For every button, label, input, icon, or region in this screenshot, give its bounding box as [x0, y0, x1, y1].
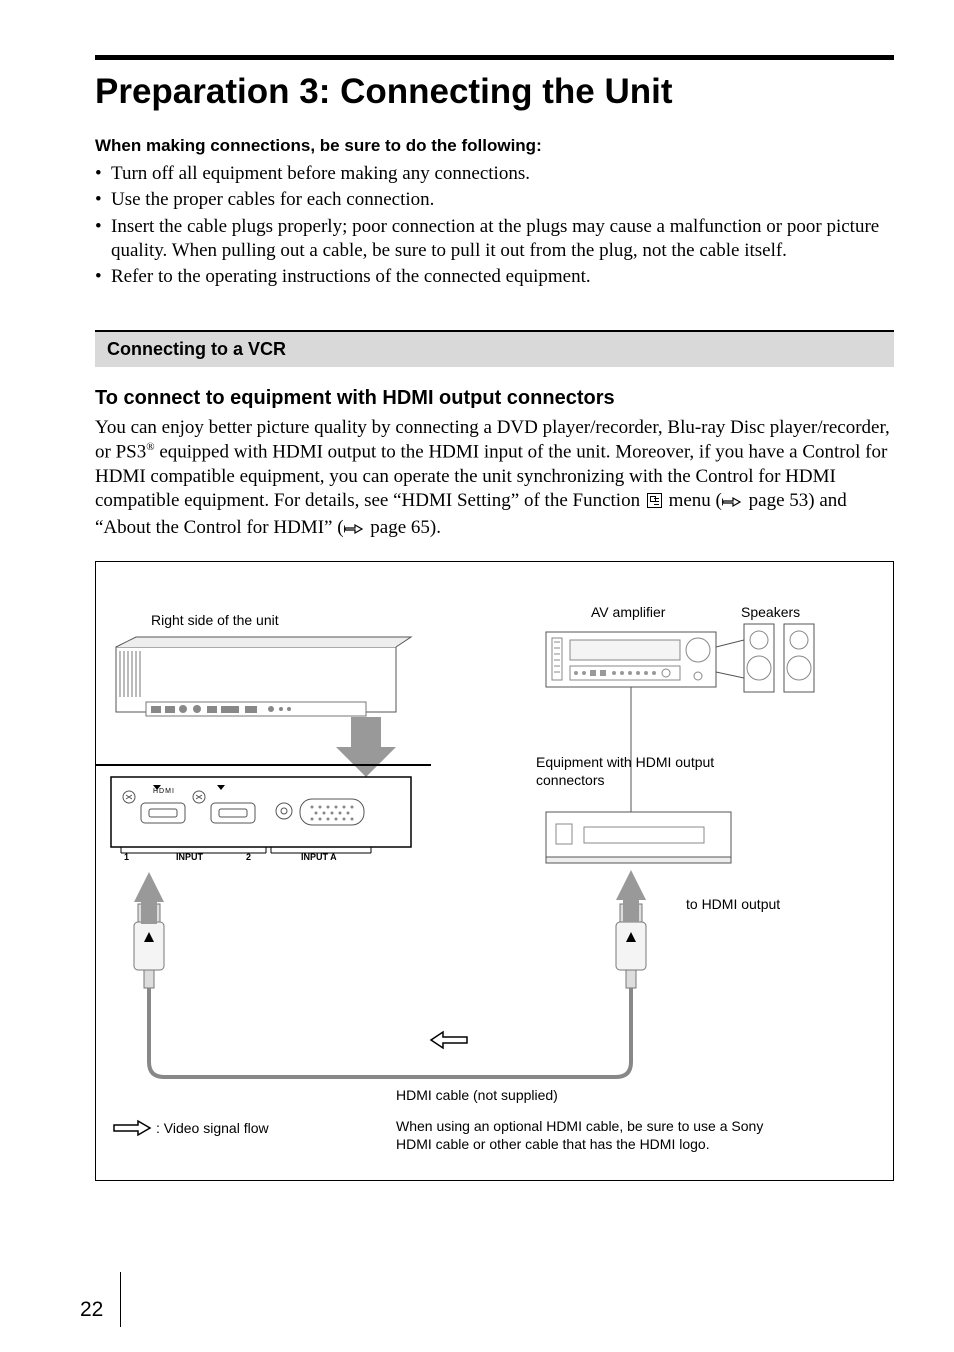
registered-mark: ®: [146, 441, 154, 453]
page-title: Preparation 3: Connecting the Unit: [95, 72, 894, 112]
list-item: Use the proper cables for each connectio…: [95, 188, 894, 212]
list-item: Turn off all equipment before making any…: [95, 162, 894, 186]
section-bar-vcr: Connecting to a VCR: [95, 330, 894, 367]
hand-pointer-icon: [344, 519, 364, 543]
list-item: Refer to the operating instructions of t…: [95, 265, 894, 289]
svg-text:HDMI: HDMI: [153, 788, 175, 795]
label-input-2: 2: [246, 852, 251, 863]
label-to-hdmi: to HDMI output: [686, 896, 780, 914]
page-number: 22: [80, 1298, 103, 1322]
label-av-amplifier: AV amplifier: [591, 604, 665, 622]
body-text: menu (: [664, 490, 722, 511]
label-speakers: Speakers: [741, 604, 800, 622]
connections-subhead: When making connections, be sure to do t…: [95, 136, 894, 156]
label-input-a: INPUT A: [301, 852, 337, 863]
page-rule: [120, 1272, 121, 1327]
body-text: page 65).: [366, 517, 441, 538]
label-hdmi-cable: HDMI cable (not supplied): [396, 1087, 558, 1105]
body-paragraph: You can enjoy better picture quality by …: [95, 416, 894, 544]
label-input-1: 1: [124, 852, 129, 863]
bullet-list: Turn off all equipment before making any…: [95, 162, 894, 290]
label-equipment: Equipment with HDMI output connectors: [536, 754, 756, 789]
label-input: INPUT: [176, 852, 203, 863]
list-item: Insert the cable plugs properly; poor co…: [95, 215, 894, 264]
function-menu-icon: [647, 493, 662, 508]
subsection-hdmi: To connect to equipment with HDMI output…: [95, 387, 894, 410]
label-signal-flow: : Video signal flow: [156, 1120, 269, 1138]
hand-pointer-icon: [722, 492, 742, 516]
connection-diagram: HDMI: [95, 561, 894, 1181]
label-right-side: Right side of the unit: [151, 612, 279, 630]
label-hdmi-note: When using an optional HDMI cable, be su…: [396, 1118, 796, 1153]
